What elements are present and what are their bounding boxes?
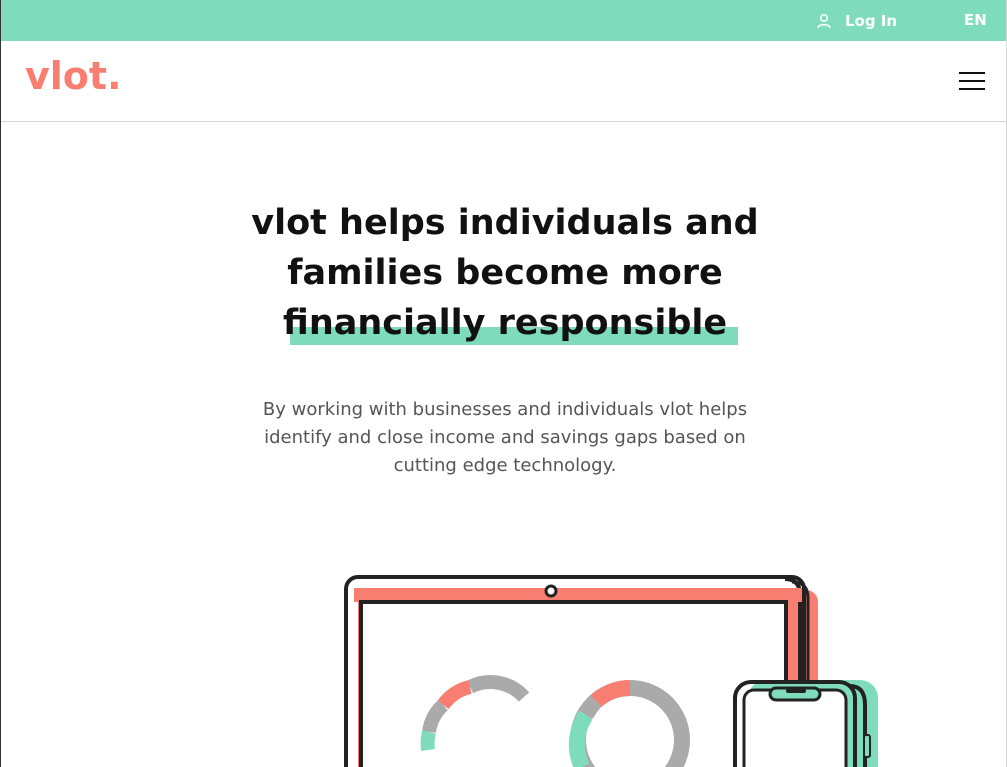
top-utility-bar: Log In EN bbox=[1, 0, 1006, 41]
devices-illustration bbox=[344, 575, 878, 767]
hero-title: vlot helps individuals and families beco… bbox=[190, 198, 820, 348]
hero-subtitle-line: identify and close income and savings ga… bbox=[264, 427, 746, 448]
hero-subtitle-line: By working with businesses and individua… bbox=[262, 399, 748, 420]
camera-icon bbox=[544, 584, 558, 598]
site-header: vlot. bbox=[1, 41, 1006, 122]
hero-title-line: vlot helps individuals and bbox=[251, 203, 759, 243]
hero-title-line: financially responsible bbox=[282, 303, 728, 343]
login-link[interactable]: Log In bbox=[817, 10, 897, 32]
language-selector[interactable]: EN bbox=[964, 11, 987, 29]
hero-subtitle-line: cutting edge technology. bbox=[393, 455, 617, 476]
user-icon bbox=[817, 13, 831, 29]
vlot-logo[interactable]: vlot. bbox=[25, 57, 122, 95]
hero-title-line: families become more bbox=[287, 253, 723, 293]
hamburger-menu-icon[interactable] bbox=[959, 72, 985, 92]
hero-subtitle: By working with businesses and individua… bbox=[205, 396, 805, 480]
login-label: Log In bbox=[845, 12, 898, 30]
phone-device bbox=[733, 680, 878, 767]
